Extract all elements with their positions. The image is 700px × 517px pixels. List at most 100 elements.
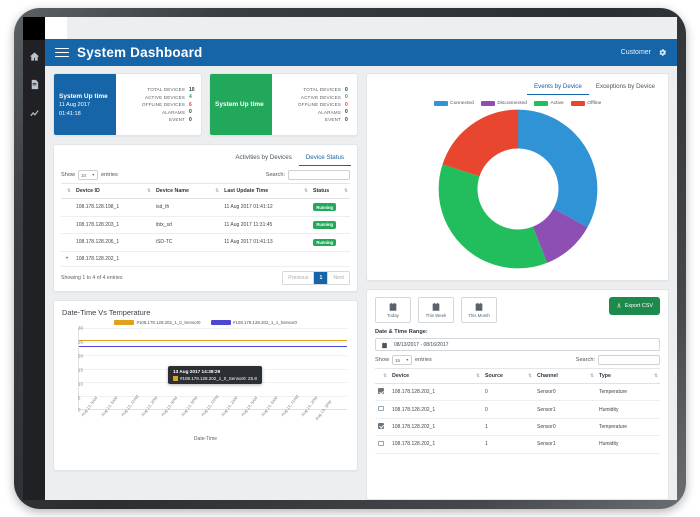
table-row[interactable]: + 108.178.128.202_1 [61, 251, 350, 268]
tab-exceptions-by-device[interactable]: Exceptions by Device [589, 79, 662, 95]
tab-events-by-device[interactable]: Events by Device [527, 79, 589, 95]
page-size-select[interactable]: 15 ▼ [392, 355, 412, 365]
status-cell: Running [310, 198, 350, 217]
page-size-value: 15 [395, 357, 401, 363]
donut-chart-wrap: Connected Disconnected Active Offline [367, 95, 668, 270]
last-update-cell: 11 Aug 2017 01:41:12 [221, 198, 310, 217]
table-row[interactable]: 108.178.128.203_1 ibtx_sd 11 Aug 2017 11… [61, 216, 350, 235]
legend-label: #108.178.128.202_1_0_Sensor0 [136, 320, 201, 326]
data-explorer-card: Today This Week This Month Export CSV Da… [366, 289, 669, 500]
expand-cell[interactable] [61, 233, 73, 252]
col-last-update[interactable]: Last Update Time ⇅ [221, 183, 310, 199]
col-device-name[interactable]: Device Name ⇅ [152, 183, 222, 199]
table-row[interactable]: 108.178.128.202_1 1 Sensor0 Temperature [375, 418, 660, 437]
col-status[interactable]: Status ⇅ [310, 183, 350, 199]
right-column: Events by Device Exceptions by Device Co… [366, 73, 669, 500]
metric-value: 0 [345, 109, 348, 115]
date-range-value: 08/13/2017 - 08/16/2017 [394, 341, 449, 348]
metric-label: OFFLINE DEVICES [141, 102, 185, 107]
table-row[interactable]: 108.178.128.206_1 iSD-TC 11 Aug 2017 01:… [61, 233, 350, 252]
tab-device-status[interactable]: Device Status [298, 150, 351, 166]
legend-item[interactable]: #108.178.128.202_1_0_Sensor0 [114, 320, 201, 326]
col-device-id[interactable]: Device ID ⇅ [73, 183, 153, 199]
source-cell: 1 [482, 418, 534, 437]
table-row[interactable]: 108.178.128.202_1 0 Sensor0 Temperature [375, 383, 660, 402]
page-1-button[interactable]: 1 [314, 272, 329, 285]
metric-row: TOTAL DEVICES 0 [274, 87, 352, 93]
type-cell: Humidity [596, 435, 660, 454]
expand-cell[interactable]: + [61, 251, 73, 268]
metric-label: ALARAMS [161, 109, 185, 115]
metric-row: ACTIVE DEVICES 4 [118, 94, 196, 100]
table-row[interactable]: 108.178.128.202_1 0 Sensor1 Humidity [375, 400, 660, 419]
customer-label[interactable]: Customer [621, 49, 651, 56]
col-source[interactable]: Source ⇅ [482, 368, 534, 384]
metrics-block: TOTAL DEVICES 0 ACTIVE DEVICES 0 OFFLINE… [272, 74, 357, 135]
page-size-value: 10 [81, 172, 87, 178]
search-input[interactable] [598, 355, 660, 365]
today-button[interactable]: Today [375, 297, 411, 323]
donut-chart[interactable] [437, 108, 599, 270]
row-checkbox[interactable] [378, 405, 384, 412]
legend-label: Disconnected [497, 101, 527, 106]
col-label: Channel [537, 373, 558, 379]
device-icon[interactable] [23, 72, 45, 96]
tooltip-entry: #108.178.128.202_1_0_Sensor0: 25.8 [180, 375, 257, 381]
legend-label: Connected [450, 101, 474, 106]
select-cell[interactable] [375, 383, 389, 402]
range-button-label: Today [387, 313, 399, 319]
this-week-button[interactable]: This Week [418, 297, 454, 323]
metric-value: 0 [345, 101, 348, 108]
metric-value: 0 [189, 116, 192, 123]
legend-item[interactable]: #108.178.128.202_1_1_Sensor0 [210, 320, 297, 326]
expand-cell[interactable] [61, 198, 73, 217]
device-table-head: ⇅ Device ID ⇅ Device Name ⇅ Last Update Ti… [61, 183, 350, 199]
row-checkbox[interactable] [378, 440, 384, 447]
home-icon[interactable] [23, 44, 45, 68]
tab-activities-by-devices[interactable]: Activities by Devices [228, 150, 298, 166]
page-size-select[interactable]: 10 ▼ [78, 170, 98, 180]
search-label: Search: [265, 172, 285, 178]
left-column: System Up time 11 Aug 2017 01:41:18 TOTA… [53, 73, 358, 500]
previous-page-button[interactable]: Previous [283, 272, 315, 285]
date-range-field[interactable]: 08/13/2017 - 08/16/2017 [375, 338, 660, 351]
next-page-button[interactable]: Next [328, 272, 349, 285]
row-checkbox[interactable] [378, 423, 384, 429]
legend-swatch [570, 101, 585, 106]
legend-swatch [210, 320, 231, 326]
hamburger-icon[interactable] [55, 47, 69, 58]
stat-card: System Up time 11 Aug 2017 01:41:18 TOTA… [53, 73, 202, 136]
select-cell[interactable] [375, 418, 389, 437]
legend-item-disconnected[interactable]: Disconnected [480, 101, 527, 106]
donut-legend: Connected Disconnected Active Offline [433, 101, 601, 106]
search-input[interactable] [288, 170, 350, 180]
col-channel[interactable]: Channel ⇅ [534, 368, 596, 384]
chart-legend: #108.178.128.202_1_0_Sensor0 #108.178.12… [62, 320, 349, 326]
export-csv-button[interactable]: Export CSV [608, 297, 660, 315]
legend-item-active[interactable]: Active [533, 101, 564, 106]
legend-item-offline[interactable]: Offline [570, 101, 601, 106]
gear-icon[interactable] [658, 48, 667, 57]
table-row[interactable]: 108.178.128.198_1 isd_th 11 Aug 2017 01:… [61, 198, 350, 217]
col-type[interactable]: Type ⇅ [596, 368, 660, 384]
status-cell: Running [310, 233, 350, 252]
channel-cell: Sensor1 [534, 435, 596, 454]
col-device[interactable]: Device ⇅ [389, 368, 482, 384]
select-cell[interactable] [375, 400, 389, 419]
table-row[interactable]: 108.178.128.202_1 1 Sensor1 Humidity [375, 435, 660, 454]
data-table-toolbar: Show 15 ▼ entries Search: [375, 351, 660, 368]
top-bar-right: Customer [621, 48, 667, 57]
col-label: Source [485, 373, 503, 379]
row-checkbox[interactable] [378, 388, 384, 394]
this-month-button[interactable]: This Month [461, 297, 497, 323]
expand-cell[interactable] [61, 216, 73, 235]
select-cell[interactable] [375, 435, 389, 454]
page-title: System Dashboard [77, 45, 203, 60]
legend-item-connected[interactable]: Connected [433, 101, 474, 106]
col-select[interactable]: ⇅ [375, 368, 389, 384]
source-cell: 1 [482, 435, 534, 454]
metric-row: TOTAL DEVICES 10 [118, 87, 196, 93]
col-expand[interactable]: ⇅ [61, 183, 73, 199]
sort-icon: ⇅ [215, 188, 219, 193]
chart-icon[interactable] [23, 100, 45, 124]
